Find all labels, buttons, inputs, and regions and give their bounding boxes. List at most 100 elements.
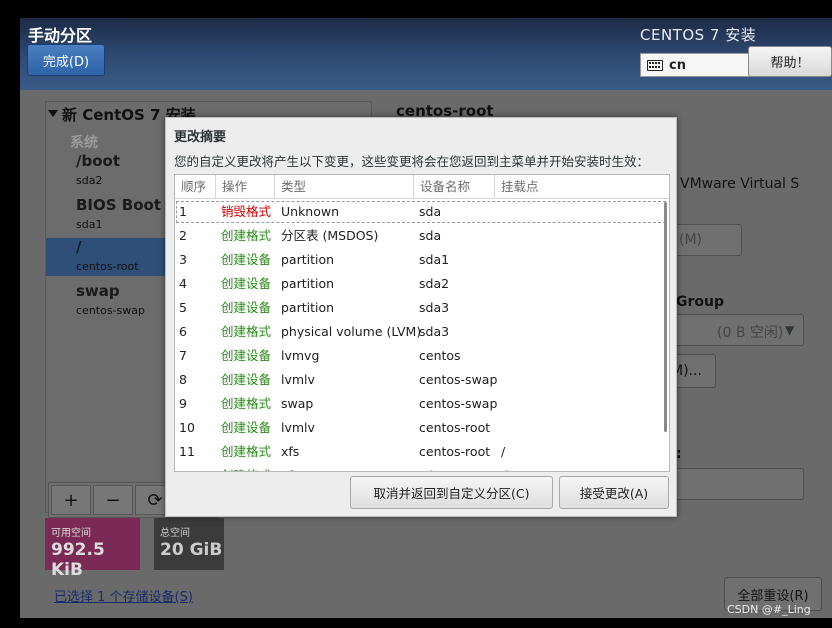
cell-type: Unknown	[281, 204, 340, 219]
cell-order: 1	[179, 204, 187, 219]
cell-order: 3	[179, 252, 187, 267]
column-header-device[interactable]: 设备名称	[414, 175, 495, 199]
device-label: centos-swap	[76, 304, 145, 317]
cell-action: 创建格式	[221, 324, 272, 339]
cell-type: lvmlv	[281, 420, 315, 435]
cell-type: partition	[281, 276, 335, 291]
cell-order: 6	[179, 324, 187, 339]
table-row[interactable]: 11 创建格式 xfs centos-root /	[175, 440, 667, 464]
column-header-action[interactable]: 操作	[216, 175, 275, 199]
cell-device: sda1	[419, 252, 450, 267]
keyboard-layout-label: cn	[669, 57, 686, 73]
cell-type: xfs	[281, 444, 300, 459]
device-label: centos-root	[76, 260, 139, 273]
table-row[interactable]: 7 创建设备 lvmvg centos	[175, 344, 667, 368]
mount-point-label: BIOS Boot	[76, 196, 162, 214]
cancel-and-return-button[interactable]: 取消并返回到自定义分区(C)	[350, 476, 553, 509]
keyboard-layout-indicator[interactable]: cn	[640, 53, 750, 77]
cell-action: 创建设备	[221, 252, 272, 267]
total-space-label: 总空间	[160, 528, 190, 539]
volume-group-free: (0 B 空闲)	[717, 325, 784, 341]
cell-type: xfs	[281, 464, 299, 471]
cell-action: 创建格式	[221, 464, 271, 471]
cell-order: 11	[179, 444, 195, 459]
table-row[interactable]: 12 创建格式 xfs sda2/boot	[175, 464, 667, 471]
volume-group-select[interactable]: (0 B 空闲) ▼	[674, 314, 804, 346]
cell-order: 5	[179, 300, 187, 315]
available-space-value: 992.5 KiB	[51, 540, 105, 580]
table-row[interactable]: 4 创建设备 partition sda2	[175, 272, 667, 296]
available-space-tile: 可用空间 992.5 KiB	[45, 518, 140, 580]
summary-of-changes-dialog: 更改摘要 您的自定义更改将产生以下变更，这些变更将会在您返回到主菜单并开始安装时…	[165, 117, 677, 517]
cell-mount: /	[501, 444, 506, 459]
cell-order: 9	[179, 396, 187, 411]
cell-type: swap	[281, 396, 314, 411]
table-row[interactable]: 10 创建设备 lvmlv centos-root	[175, 416, 667, 440]
total-space-value: 20 GiB	[160, 540, 223, 560]
changes-table[interactable]: 顺序 操作 类型 设备名称 挂载点 1 销毁格式 Unknown sda 2 创建格式 分区…	[174, 174, 670, 472]
device-label: sda2	[76, 174, 103, 187]
table-row[interactable]: 2 创建格式 分区表 (MSDOS) sda	[175, 224, 667, 248]
table-header: 顺序 操作 类型 设备名称 挂载点	[175, 175, 669, 199]
cell-action: 创建设备	[221, 276, 272, 291]
cell-device: sda	[419, 204, 442, 219]
cell-device: sda3	[419, 324, 450, 339]
expander-arrow-icon[interactable]	[48, 110, 58, 117]
table-row[interactable]: 8 创建设备 lvmlv centos-swap	[175, 368, 667, 392]
available-space-label: 可用空间	[51, 528, 91, 539]
column-header-mountpoint[interactable]: 挂载点	[495, 175, 669, 199]
cell-type: 分区表 (MSDOS)	[281, 228, 379, 243]
cell-order: 8	[179, 372, 187, 387]
cell-type: physical volume (LVM)	[281, 324, 422, 339]
done-button[interactable]: 完成(D)	[27, 44, 105, 76]
cell-device: centos-root	[419, 444, 491, 459]
column-header-order[interactable]: 顺序	[175, 175, 216, 199]
cell-action: 创建设备	[221, 372, 272, 387]
cell-order: 12	[179, 464, 195, 471]
cell-action: 创建格式	[221, 444, 272, 459]
help-button[interactable]: 帮助！	[748, 46, 832, 77]
remove-partition-button[interactable]: −	[93, 485, 133, 515]
app-title: 手动分区	[28, 26, 93, 45]
cell-device: centos	[419, 348, 461, 363]
table-row[interactable]: 3 创建设备 partition sda1	[175, 248, 667, 272]
label-input[interactable]	[672, 468, 804, 500]
selected-storage-link[interactable]: 已选择 1 个存储设备(S)	[54, 586, 193, 605]
device-label: sda1	[76, 218, 103, 231]
cell-device: sda3	[419, 300, 450, 315]
cell-device: sda	[419, 228, 442, 243]
column-header-type[interactable]: 类型	[275, 175, 414, 199]
volume-group-label: Group	[676, 294, 725, 310]
total-space-tile: 总空间 20 GiB	[154, 518, 224, 570]
cell-type: lvmvg	[281, 348, 320, 363]
cell-action: 创建设备	[221, 300, 272, 315]
cell-device: sda2	[419, 276, 450, 291]
cell-mount: /boot	[501, 464, 533, 471]
table-row[interactable]: 5 创建设备 partition sda3	[175, 296, 667, 320]
mount-point-label: swap	[76, 282, 120, 300]
cell-type: partition	[281, 300, 335, 315]
table-row[interactable]: 9 创建格式 swap centos-swap	[175, 392, 667, 416]
mount-point-label: /	[76, 238, 82, 256]
cell-order: 2	[179, 228, 187, 243]
product-title: CENTOS 7 安装	[640, 26, 757, 44]
cell-action: 创建设备	[221, 348, 272, 363]
table-scrollbar[interactable]	[664, 202, 667, 432]
cell-order: 7	[179, 348, 187, 363]
cell-type: lvmlv	[281, 372, 315, 387]
cell-type: partition	[281, 252, 335, 267]
header-bar: 手动分区 完成(D) CENTOS 7 安装 cn 帮助！	[20, 18, 832, 90]
add-partition-button[interactable]: +	[51, 485, 91, 515]
table-row[interactable]: 6 创建格式 physical volume (LVM) sda3	[175, 320, 667, 344]
cell-action: 创建格式	[221, 228, 272, 243]
table-row[interactable]: 1 销毁格式 Unknown sda	[175, 200, 667, 224]
cell-action: 创建格式	[221, 396, 272, 411]
accept-changes-button[interactable]: 接受更改(A)	[559, 476, 669, 509]
keyboard-icon	[647, 59, 663, 71]
watermark-text: CSDN @#_Ling	[727, 603, 811, 616]
cell-action: 销毁格式	[221, 204, 272, 219]
cell-action: 创建设备	[221, 420, 272, 435]
cell-device: sda2	[419, 464, 449, 471]
dialog-title: 更改摘要	[174, 130, 227, 145]
dialog-description: 您的自定义更改将产生以下变更，这些变更将会在您返回到主菜单并开始安装时生效：	[174, 154, 650, 169]
